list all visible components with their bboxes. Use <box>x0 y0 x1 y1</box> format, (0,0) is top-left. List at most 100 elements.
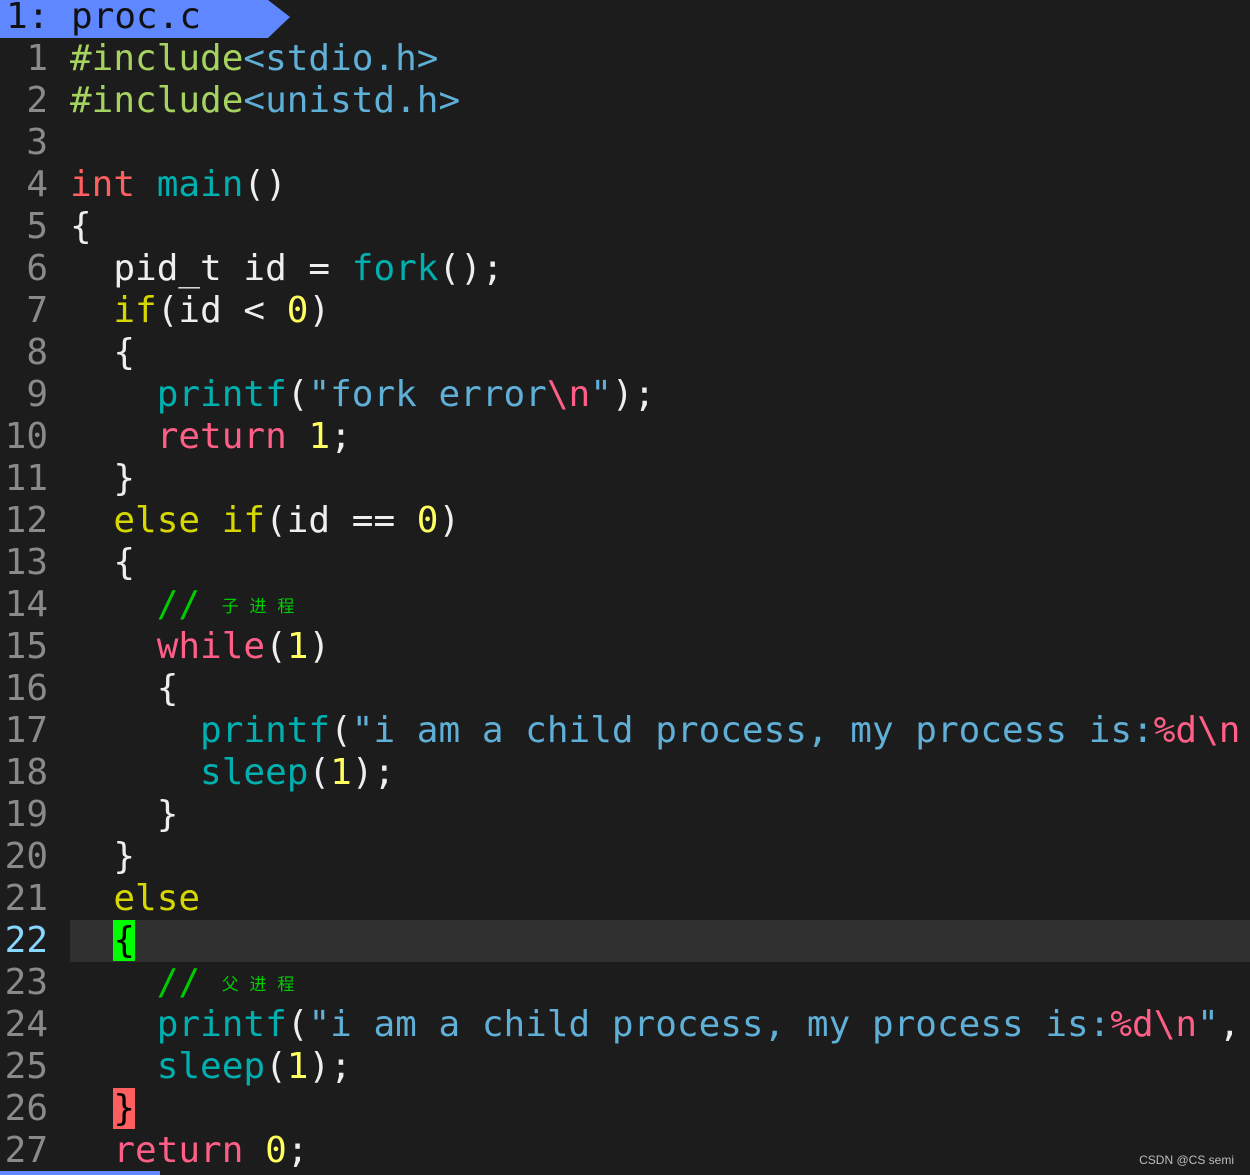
code-token: ( <box>286 1004 309 1045</box>
buffer-tab-proc-c[interactable]: 1: proc.c <box>0 0 290 38</box>
code-line[interactable]: 4 int main() <box>0 164 1250 206</box>
watermark: CSDN @CS semi <box>1139 1153 1234 1167</box>
code-text-area[interactable]: printf("i am a child process, my process… <box>70 710 1250 752</box>
code-line[interactable]: 7 if(id < 0) <box>0 290 1250 332</box>
code-text: sleep(1); <box>70 752 395 794</box>
code-text-area[interactable]: else <box>70 878 1250 920</box>
code-token: sleep <box>156 1046 266 1087</box>
code-text-area[interactable]: return 0; <box>70 1130 1250 1172</box>
code-token: "i am a child process, my process is: <box>308 1004 1111 1045</box>
code-line[interactable]: 9 printf("fork error\n"); <box>0 374 1250 416</box>
code-token: else if <box>113 500 266 541</box>
code-line[interactable]: 3 <box>0 122 1250 164</box>
code-text-area[interactable]: else if(id == 0) <box>70 500 1250 542</box>
code-line[interactable]: 23 // 父 进 程 <box>0 962 1250 1004</box>
code-text-area[interactable]: if(id < 0) <box>70 290 1250 332</box>
code-editor[interactable]: 1 #include<stdio.h> 2 #include<unistd.h> 3 4 i… <box>0 38 1250 1172</box>
code-line[interactable]: 19 } <box>0 794 1250 836</box>
code-text-area[interactable]: while(1) <box>70 626 1250 668</box>
code-line[interactable]: 8 { <box>0 332 1250 374</box>
code-text: else <box>70 878 200 920</box>
code-token: "fork error <box>308 374 547 415</box>
code-text-area[interactable]: // 父 进 程 <box>70 962 1250 1004</box>
code-line[interactable]: 11 } <box>0 458 1250 500</box>
code-text-area[interactable]: printf("fork error\n"); <box>70 374 1250 416</box>
code-token: { <box>70 332 136 373</box>
code-line[interactable]: 15 while(1) <box>0 626 1250 668</box>
code-text-area[interactable]: #include<stdio.h> <box>70 38 1250 80</box>
code-line[interactable]: 18 sleep(1); <box>0 752 1250 794</box>
comment-token: // <box>156 584 222 625</box>
code-text-area[interactable]: { <box>70 206 1250 248</box>
code-line[interactable]: 26 } <box>0 1088 1250 1130</box>
code-token: ( <box>265 1046 287 1087</box>
code-token: sleep <box>200 752 309 793</box>
line-number: 7 <box>26 290 48 331</box>
code-line[interactable]: 21 else <box>0 878 1250 920</box>
code-line[interactable]: 20 } <box>0 836 1250 878</box>
code-line[interactable]: 14 // 子 进 程 <box>0 584 1250 626</box>
code-text-area[interactable]: } <box>70 1088 1250 1130</box>
code-text-area[interactable]: printf("i am a child process, my process… <box>70 1004 1250 1046</box>
code-token: 1 <box>330 752 352 793</box>
code-text-area[interactable]: sleep(1); <box>70 1046 1250 1088</box>
code-line[interactable]: 10 return 1; <box>0 416 1250 458</box>
line-number: 16 <box>4 668 48 709</box>
code-token: ; <box>330 416 352 457</box>
line-number: 15 <box>4 626 48 667</box>
code-line[interactable]: 25 sleep(1); <box>0 1046 1250 1088</box>
code-line[interactable]: 6 pid_t id = fork(); <box>0 248 1250 290</box>
code-text-area[interactable]: #include<unistd.h> <box>70 80 1250 122</box>
code-text-area[interactable]: sleep(1); <box>70 752 1250 794</box>
code-text: } <box>70 1088 136 1130</box>
code-token: ( <box>265 626 287 667</box>
code-token: printf <box>156 374 287 415</box>
line-number: 23 <box>4 962 48 1003</box>
code-token: " <box>1197 1004 1219 1045</box>
code-text: // 子 进 程 <box>70 584 295 628</box>
code-line[interactable]: 27 return 0; <box>0 1130 1250 1172</box>
code-line[interactable]: 1 #include<stdio.h> <box>0 38 1250 80</box>
code-line[interactable]: 24 printf("i am a child process, my proc… <box>0 1004 1250 1046</box>
code-token: return <box>113 1130 244 1171</box>
code-line[interactable]: 13 { <box>0 542 1250 584</box>
code-token: (id < <box>156 290 287 331</box>
code-text-area[interactable]: // 子 进 程 <box>70 584 1250 626</box>
code-token: if <box>113 290 157 331</box>
code-token: int <box>70 164 136 205</box>
code-line[interactable]: 22 { <box>0 920 1250 962</box>
code-text-area[interactable]: } <box>70 458 1250 500</box>
code-line[interactable]: 12 else if(id == 0) <box>0 500 1250 542</box>
code-text-area[interactable]: int main() <box>70 164 1250 206</box>
line-number: 1 <box>26 38 48 79</box>
code-text-area[interactable] <box>70 122 1250 164</box>
code-text-area[interactable]: { <box>70 920 1250 962</box>
code-token: ) <box>308 290 331 331</box>
code-text-area[interactable]: { <box>70 542 1250 584</box>
code-text-area[interactable]: pid_t id = fork(); <box>70 248 1250 290</box>
code-token: "i am a child process, my process is: <box>351 710 1154 751</box>
code-token: %d\n <box>1153 710 1241 751</box>
code-token: printf <box>156 1004 287 1045</box>
code-token: } <box>70 794 179 835</box>
code-text: { <box>70 542 135 584</box>
comment-token: 子 进 程 <box>221 597 295 617</box>
status-bar-indicator <box>0 1171 160 1175</box>
code-token: (); <box>438 248 504 289</box>
code-line[interactable]: 2 #include<unistd.h> <box>0 80 1250 122</box>
code-text: return 1; <box>70 416 352 458</box>
code-text-area[interactable]: return 1; <box>70 416 1250 458</box>
code-line[interactable]: 16 { <box>0 668 1250 710</box>
code-line[interactable]: 17 printf("i am a child process, my proc… <box>0 710 1250 752</box>
code-text-area[interactable]: } <box>70 794 1250 836</box>
code-token: ) <box>308 626 331 667</box>
code-text-area[interactable]: { <box>70 332 1250 374</box>
code-text-area[interactable]: { <box>70 668 1250 710</box>
code-line[interactable]: 5{ <box>0 206 1250 248</box>
code-text-area[interactable]: } <box>70 836 1250 878</box>
code-text: #include<unistd.h> <box>70 80 460 122</box>
